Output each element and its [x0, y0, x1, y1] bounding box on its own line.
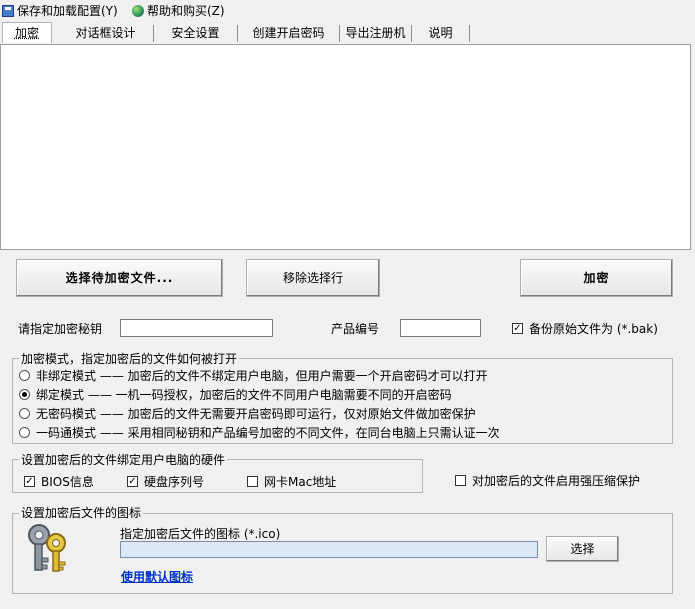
- globe-icon: [132, 5, 144, 17]
- hardware-group-legend: 设置加密后的文件绑定用户电脑的硬件: [19, 451, 228, 468]
- compress-label: 对加密后的文件启用强压缩保护: [472, 474, 641, 488]
- bios-label: BIOS信息: [41, 475, 94, 489]
- tab-create-password[interactable]: 创建开启密码: [238, 25, 340, 42]
- mode-group-legend: 加密模式，指定加密后的文件如何被打开: [19, 350, 240, 367]
- keys-icon: [28, 524, 66, 572]
- icon-path-label: 指定加密后文件的图标 (*.ico): [120, 527, 281, 541]
- tab-readme-label: 说明: [428, 26, 453, 40]
- mode-option-onecode-label: 一码通模式 —— 采用相同秘钥和产品编号加密的不同文件，在同台电脑上只需认证一次: [36, 426, 500, 440]
- menu-help-buy-label: 帮助和购买(Z): [147, 4, 225, 18]
- mode-radio-nopassword[interactable]: [19, 408, 30, 419]
- menu-bar: 保存和加载配置(Y) 帮助和购买(Z): [0, 0, 695, 22]
- compress-checkbox-row[interactable]: 对加密后的文件启用强压缩保护: [455, 472, 640, 489]
- tab-encrypt[interactable]: 加密: [2, 22, 52, 43]
- disk-checkbox-row[interactable]: ✓ 硬盘序列号: [127, 473, 204, 490]
- bios-checkbox[interactable]: ✓: [24, 476, 35, 487]
- disk-checkbox[interactable]: ✓: [127, 476, 138, 487]
- compress-checkbox[interactable]: [455, 475, 466, 486]
- product-id-input[interactable]: [400, 319, 481, 337]
- disk-label: 硬盘序列号: [144, 475, 205, 489]
- tab-dialog-design[interactable]: 对话框设计: [58, 25, 154, 42]
- mode-radio-bound[interactable]: [19, 389, 30, 400]
- mode-option-onecode[interactable]: 一码通模式 —— 采用相同秘钥和产品编号加密的不同文件，在同台电脑上只需认证一次: [19, 424, 500, 441]
- mac-checkbox-row[interactable]: 网卡Mac地址: [247, 473, 336, 490]
- mode-option-bound[interactable]: 绑定模式 —— 一机一码授权，加密后的文件不同用户电脑需要不同的开启密码: [19, 386, 452, 403]
- encrypt-button[interactable]: 加密: [520, 259, 673, 297]
- icon-group-legend: 设置加密后文件的图标: [19, 504, 144, 521]
- bios-checkbox-row[interactable]: ✓ BIOS信息: [24, 473, 94, 490]
- mode-option-unbound-label: 非绑定模式 —— 加密后的文件不绑定用户电脑，但用户需要一个开启密码才可以打开: [36, 369, 488, 383]
- backup-checkbox-row[interactable]: ✓ 备份原始文件为 (*.bak): [512, 320, 658, 337]
- icon-path-input[interactable]: [120, 541, 538, 558]
- mode-radio-unbound[interactable]: [19, 370, 30, 381]
- product-id-label: 产品编号: [331, 322, 380, 336]
- tab-security-label: 安全设置: [171, 26, 220, 40]
- secret-key-label: 请指定加密秘钥: [18, 322, 103, 336]
- choose-icon-button[interactable]: 选择: [546, 536, 619, 562]
- mode-radio-onecode[interactable]: [19, 427, 30, 438]
- tab-encrypt-label: 加密: [14, 26, 39, 40]
- menu-help-buy[interactable]: 帮助和购买(Z): [132, 3, 225, 19]
- tab-dialog-design-label: 对话框设计: [75, 26, 136, 40]
- mac-checkbox[interactable]: [247, 476, 258, 487]
- remove-row-button[interactable]: 移除选择行: [246, 259, 380, 297]
- tab-readme[interactable]: 说明: [412, 25, 470, 42]
- mode-option-bound-label: 绑定模式 —— 一机一码授权，加密后的文件不同用户电脑需要不同的开启密码: [36, 388, 452, 402]
- tab-bar: 加密 对话框设计 安全设置 创建开启密码 导出注册机 说明: [0, 22, 695, 44]
- secret-key-input[interactable]: [120, 319, 273, 337]
- backup-checkbox[interactable]: ✓: [512, 323, 523, 334]
- mac-label: 网卡Mac地址: [264, 475, 337, 489]
- file-list[interactable]: [0, 44, 691, 250]
- mode-option-unbound[interactable]: 非绑定模式 —— 加密后的文件不绑定用户电脑，但用户需要一个开启密码才可以打开: [19, 367, 488, 384]
- tab-create-password-label: 创建开启密码: [252, 26, 325, 40]
- mode-option-nopassword[interactable]: 无密码模式 —— 加密后的文件无需要开启密码即可运行，仅对原始文件做加密保护: [19, 405, 476, 422]
- select-files-button[interactable]: 选择待加密文件...: [16, 259, 223, 297]
- tab-security[interactable]: 安全设置: [154, 25, 238, 42]
- backup-label: 备份原始文件为 (*.bak): [529, 322, 658, 336]
- menu-save-load-label: 保存和加载配置(Y): [17, 4, 118, 18]
- disk-icon: [2, 5, 14, 17]
- default-icon-link[interactable]: 使用默认图标: [121, 568, 193, 585]
- menu-save-load[interactable]: 保存和加载配置(Y): [2, 3, 118, 19]
- tab-export-keygen[interactable]: 导出注册机: [340, 25, 412, 42]
- tab-export-keygen-label: 导出注册机: [345, 26, 406, 40]
- mode-option-nopassword-label: 无密码模式 —— 加密后的文件无需要开启密码即可运行，仅对原始文件做加密保护: [36, 407, 476, 421]
